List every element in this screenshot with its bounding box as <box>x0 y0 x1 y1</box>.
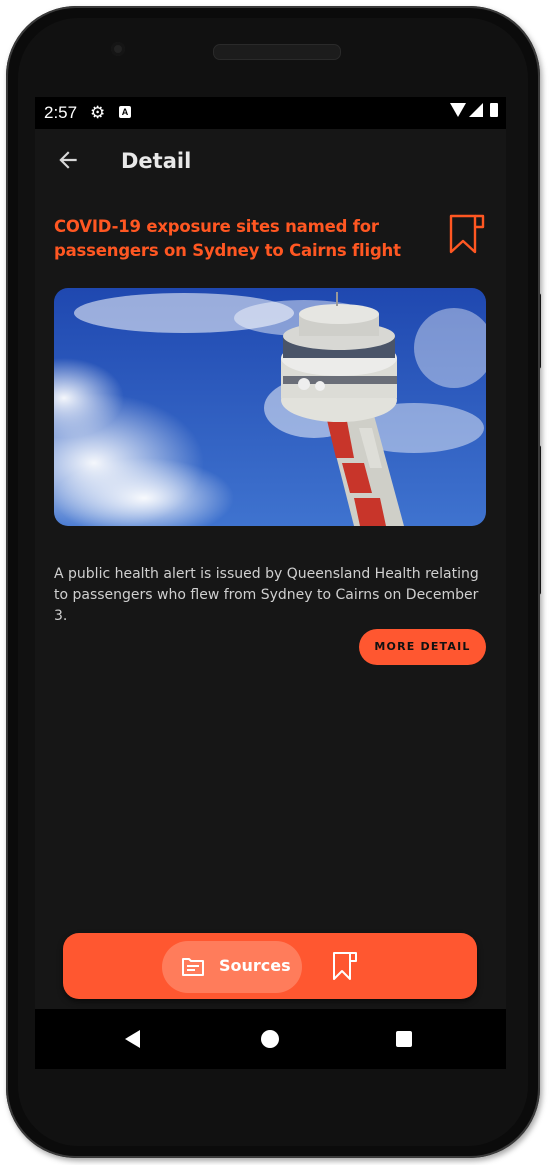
nav-item-bookmarks-icon[interactable] <box>332 951 358 981</box>
nav-item-sources[interactable]: Sources <box>162 941 302 993</box>
app-bar: Detail <box>35 129 506 195</box>
earpiece-speaker <box>213 44 341 60</box>
system-navigation-bar <box>35 1009 506 1069</box>
bookmark-icon[interactable] <box>448 214 486 254</box>
bottom-navigation: Sources <box>63 933 477 999</box>
article-headline: COVID-19 exposure sites named for passen… <box>54 217 401 260</box>
status-bar: 2:57 ⚙ A <box>35 97 506 129</box>
status-time: 2:57 <box>44 103 78 122</box>
notification-a-icon: A <box>119 106 131 118</box>
cell-signal-icon <box>469 103 483 117</box>
system-home-icon[interactable] <box>261 1030 279 1048</box>
article-summary: A public health alert is issued by Queen… <box>54 566 479 624</box>
control-tower-photo <box>54 288 486 526</box>
arrow-back-icon[interactable] <box>55 147 81 173</box>
nav-item-sources-label: Sources <box>219 956 291 975</box>
system-back-icon[interactable] <box>125 1030 140 1048</box>
wifi-icon <box>450 103 466 117</box>
front-camera <box>111 42 125 56</box>
article-image <box>54 288 486 526</box>
screen: 2:57 ⚙ A Detail COVID-19 exposure sites … <box>35 97 506 1009</box>
newspaper-icon <box>182 958 204 976</box>
status-indicators <box>450 103 498 117</box>
more-detail-button[interactable]: MORE DETAIL <box>359 629 486 665</box>
battery-icon <box>490 103 498 117</box>
page-title: Detail <box>121 149 192 173</box>
gear-icon: ⚙ <box>90 103 106 122</box>
system-recents-icon[interactable] <box>396 1031 412 1047</box>
